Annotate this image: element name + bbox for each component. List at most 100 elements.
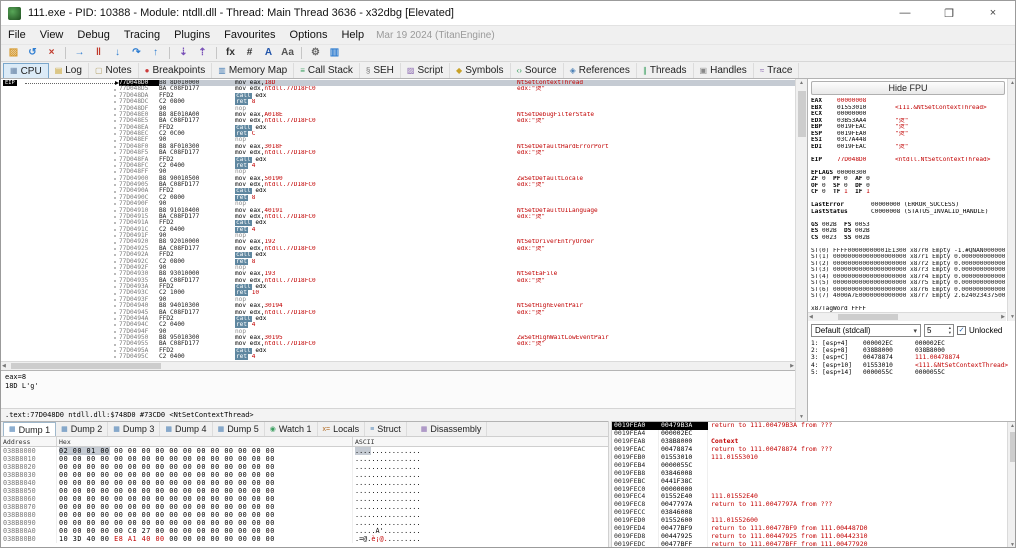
unlocked-checkbox[interactable]: ✓ Unlocked (957, 326, 1002, 335)
toolbar-button-pause[interactable]: ‖ (90, 46, 107, 61)
argument-row[interactable]: 5: [esp+14] 0000055C 0000055C (811, 369, 1014, 376)
bottom-tab-dump-2[interactable]: ▦ Dump 2 (56, 422, 109, 436)
bottom-tab-dump-4[interactable]: ▦ Dump 4 (160, 422, 213, 436)
bottom-tab-dump-5[interactable]: ▦ Dump 5 (213, 422, 265, 436)
vscroll-thumb[interactable] (1010, 432, 1015, 462)
dump-row[interactable]: 038B80B0 10 3D 40 00 E8 A1 40 00 00 00 00… (1, 535, 608, 543)
tab-call-stack[interactable]: ≡ Call Stack (294, 63, 360, 78)
toolbar-button-fx[interactable]: fx (222, 46, 239, 61)
tab-source[interactable]: ‹› Source (511, 63, 564, 78)
minimize-button[interactable]: — (883, 1, 927, 25)
tab-references[interactable]: ◈ References (564, 63, 637, 78)
dump-row[interactable]: 038B8050 00 00 00 00 00 00 00 00 00 00 00… (1, 487, 608, 495)
menu-item-debug[interactable]: Debug (70, 29, 116, 41)
toolbar-button-hash[interactable]: # (241, 46, 258, 61)
bottom-tab-disassembly[interactable]: ▦ Disassembly (416, 422, 488, 436)
menu-item-file[interactable]: File (1, 29, 33, 41)
tab-memory-map[interactable]: ▥ Memory Map (212, 63, 295, 78)
bottom-tab-struct[interactable]: ≡ Struct (365, 422, 407, 436)
bottom-tab-locals[interactable]: x= Locals (318, 422, 366, 436)
register-row[interactable]: LastStatus C0000008 (STATUS_INVALID_HANDL… (811, 209, 1005, 216)
tab-log[interactable]: ▤ Log (49, 63, 89, 78)
dump-row[interactable]: 038B8030 00 00 00 00 00 00 00 00 00 00 00… (1, 471, 608, 479)
maximize-button[interactable]: ❐ (927, 1, 971, 25)
tab-trace[interactable]: ≈ Trace (754, 63, 800, 78)
mnemonic: call (235, 315, 252, 322)
toolbar-button-run[interactable]: → (71, 46, 88, 61)
toolbar-button-highlight[interactable]: Aa (279, 46, 296, 61)
checkbox-icon[interactable]: ✓ (957, 326, 966, 335)
toolbar-button-close-debuggee[interactable]: × (43, 46, 60, 61)
argument-row[interactable]: 4: [esp+10] 01553010 <111.&NtSetContextThr… (811, 362, 1014, 369)
toolbar-button-font[interactable]: A (260, 46, 277, 61)
tab-handles[interactable]: ▣ Handles (694, 63, 754, 78)
tab-notes[interactable]: ▢ Notes (89, 63, 139, 78)
toolbar-button-execute-till-return[interactable]: ↑ (147, 46, 164, 61)
scroll-down-icon[interactable]: ▼ (796, 414, 807, 420)
toolbar-button-restart[interactable]: ↺ (24, 46, 41, 61)
dump-row[interactable]: 038B8070 00 00 00 00 00 00 00 00 00 00 00… (1, 503, 608, 511)
tab-cpu[interactable]: ▦ CPU (3, 63, 49, 78)
toolbar-button-trace-into[interactable]: ⇣ (175, 46, 192, 61)
argument-row[interactable]: 1: [esp+4] 000002EC 000002EC (811, 340, 1014, 347)
spin-down-icon[interactable]: ▾ (949, 330, 951, 336)
toolbar-button-open-file[interactable]: ▨ (5, 46, 22, 61)
stack-vscrollbar[interactable]: ▲ ▼ (1007, 422, 1015, 547)
registers-vscrollbar[interactable]: ▲ ▼ (1007, 79, 1015, 321)
scroll-left-icon[interactable]: ◀ (2, 363, 6, 369)
vscroll-thumb[interactable] (798, 91, 806, 137)
register-row[interactable]: EIP 77D048D0 <ntdll.NtSetContextThread> (811, 157, 1005, 164)
scroll-up-icon[interactable]: ▲ (1008, 80, 1015, 86)
dump-row[interactable]: 038B8010 00 00 00 00 00 00 00 00 00 00 00… (1, 455, 608, 463)
scroll-up-icon[interactable]: ▲ (796, 80, 807, 86)
disassembly-hscrollbar[interactable]: ◀ ▶ (1, 361, 795, 370)
dump-row[interactable]: 038B8040 00 00 00 00 00 00 00 00 00 00 00… (1, 479, 608, 487)
dump-row[interactable]: 038B8090 00 00 00 00 00 00 00 00 00 00 00… (1, 519, 608, 527)
tab-threads[interactable]: ∥ Threads (637, 63, 694, 78)
argument-count-spinner[interactable]: 5 ▴ ▾ (924, 324, 954, 337)
dump-row[interactable]: 038B8060 00 00 00 00 00 00 00 00 00 00 00… (1, 495, 608, 503)
menu-item-view[interactable]: View (33, 29, 71, 41)
menu-item-options[interactable]: Options (283, 29, 335, 41)
menu-item-favourites[interactable]: Favourites (217, 29, 282, 41)
dump-row[interactable]: 038B8080 00 00 00 00 00 00 00 00 00 00 00… (1, 511, 608, 519)
toolbar-button-help-book[interactable]: ▥ (326, 46, 343, 61)
dump-row[interactable]: 038B8020 00 00 00 00 00 00 00 00 00 00 00… (1, 463, 608, 471)
hscroll-thumb[interactable] (838, 314, 898, 320)
disassembly-vscrollbar[interactable]: ▲ ▼ (795, 79, 807, 421)
spinner-arrows[interactable]: ▴ ▾ (949, 325, 951, 336)
bottom-tab-dump-1[interactable]: ▦ Dump 1 (3, 422, 57, 436)
toolbar-button-step-over[interactable]: ↷ (128, 46, 145, 61)
scroll-down-icon[interactable]: ▼ (1008, 314, 1015, 320)
fpu-register-row[interactable]: ST(7) 4000A7E0000000000000 x87r7 Empty 2… (811, 293, 1005, 300)
scroll-right-icon[interactable]: ▶ (1001, 314, 1005, 320)
bottom-tab-dump-3[interactable]: ▦ Dump 3 (108, 422, 161, 436)
toolbar-button-settings-gear[interactable]: ⚙ (307, 46, 324, 61)
toolbar-button-trace-over[interactable]: ⇡ (194, 46, 211, 61)
registers-hscrollbar[interactable]: ◀ ▶ (808, 312, 1006, 321)
stack-row[interactable]: 0019FEDC 00477BFF return to 111.00477BFF f… (612, 540, 1007, 547)
scroll-up-icon[interactable]: ▲ (1008, 423, 1015, 429)
operands: eax, (246, 207, 265, 214)
hscroll-thumb[interactable] (11, 363, 161, 369)
argument-row[interactable]: 3: [esp+C] 00478874 111.00478874 (811, 354, 1014, 361)
toolbar-button-step-into[interactable]: ↓ (109, 46, 126, 61)
hide-fpu-button[interactable]: Hide FPU (811, 81, 1005, 95)
tab-symbols[interactable]: ◆ Symbols (450, 63, 511, 78)
calling-convention-select[interactable]: Default (stdcall) ▾ (811, 324, 921, 337)
menu-item-plugins[interactable]: Plugins (167, 29, 217, 41)
dump-row[interactable]: 038B80A0 00 00 00 00 00 C0 27 00 00 00 00… (1, 527, 608, 535)
scroll-right-icon[interactable]: ▶ (790, 363, 794, 369)
dump-row[interactable]: 038B8000 02 00 01 00 00 00 00 00 00 00 00… (1, 447, 608, 455)
tab-script[interactable]: ▨ Script (401, 63, 451, 78)
disassembly-row[interactable]: 77D0495C C2 0400 ret 4 (1, 353, 795, 361)
argument-row[interactable]: 2: [esp+8] 038B8000 038B8000 (811, 347, 1014, 354)
tab-breakpoints[interactable]: ● Breakpoints (139, 63, 213, 78)
tab-seh[interactable]: § SEH (360, 63, 401, 78)
menu-item-help[interactable]: Help (334, 29, 371, 41)
menu-item-tracing[interactable]: Tracing (117, 29, 167, 41)
bottom-tab-watch-1[interactable]: ◉ Watch 1 (265, 422, 318, 436)
scroll-down-icon[interactable]: ▼ (1008, 542, 1015, 547)
scroll-left-icon[interactable]: ◀ (809, 314, 813, 320)
close-button[interactable]: × (971, 1, 1015, 25)
